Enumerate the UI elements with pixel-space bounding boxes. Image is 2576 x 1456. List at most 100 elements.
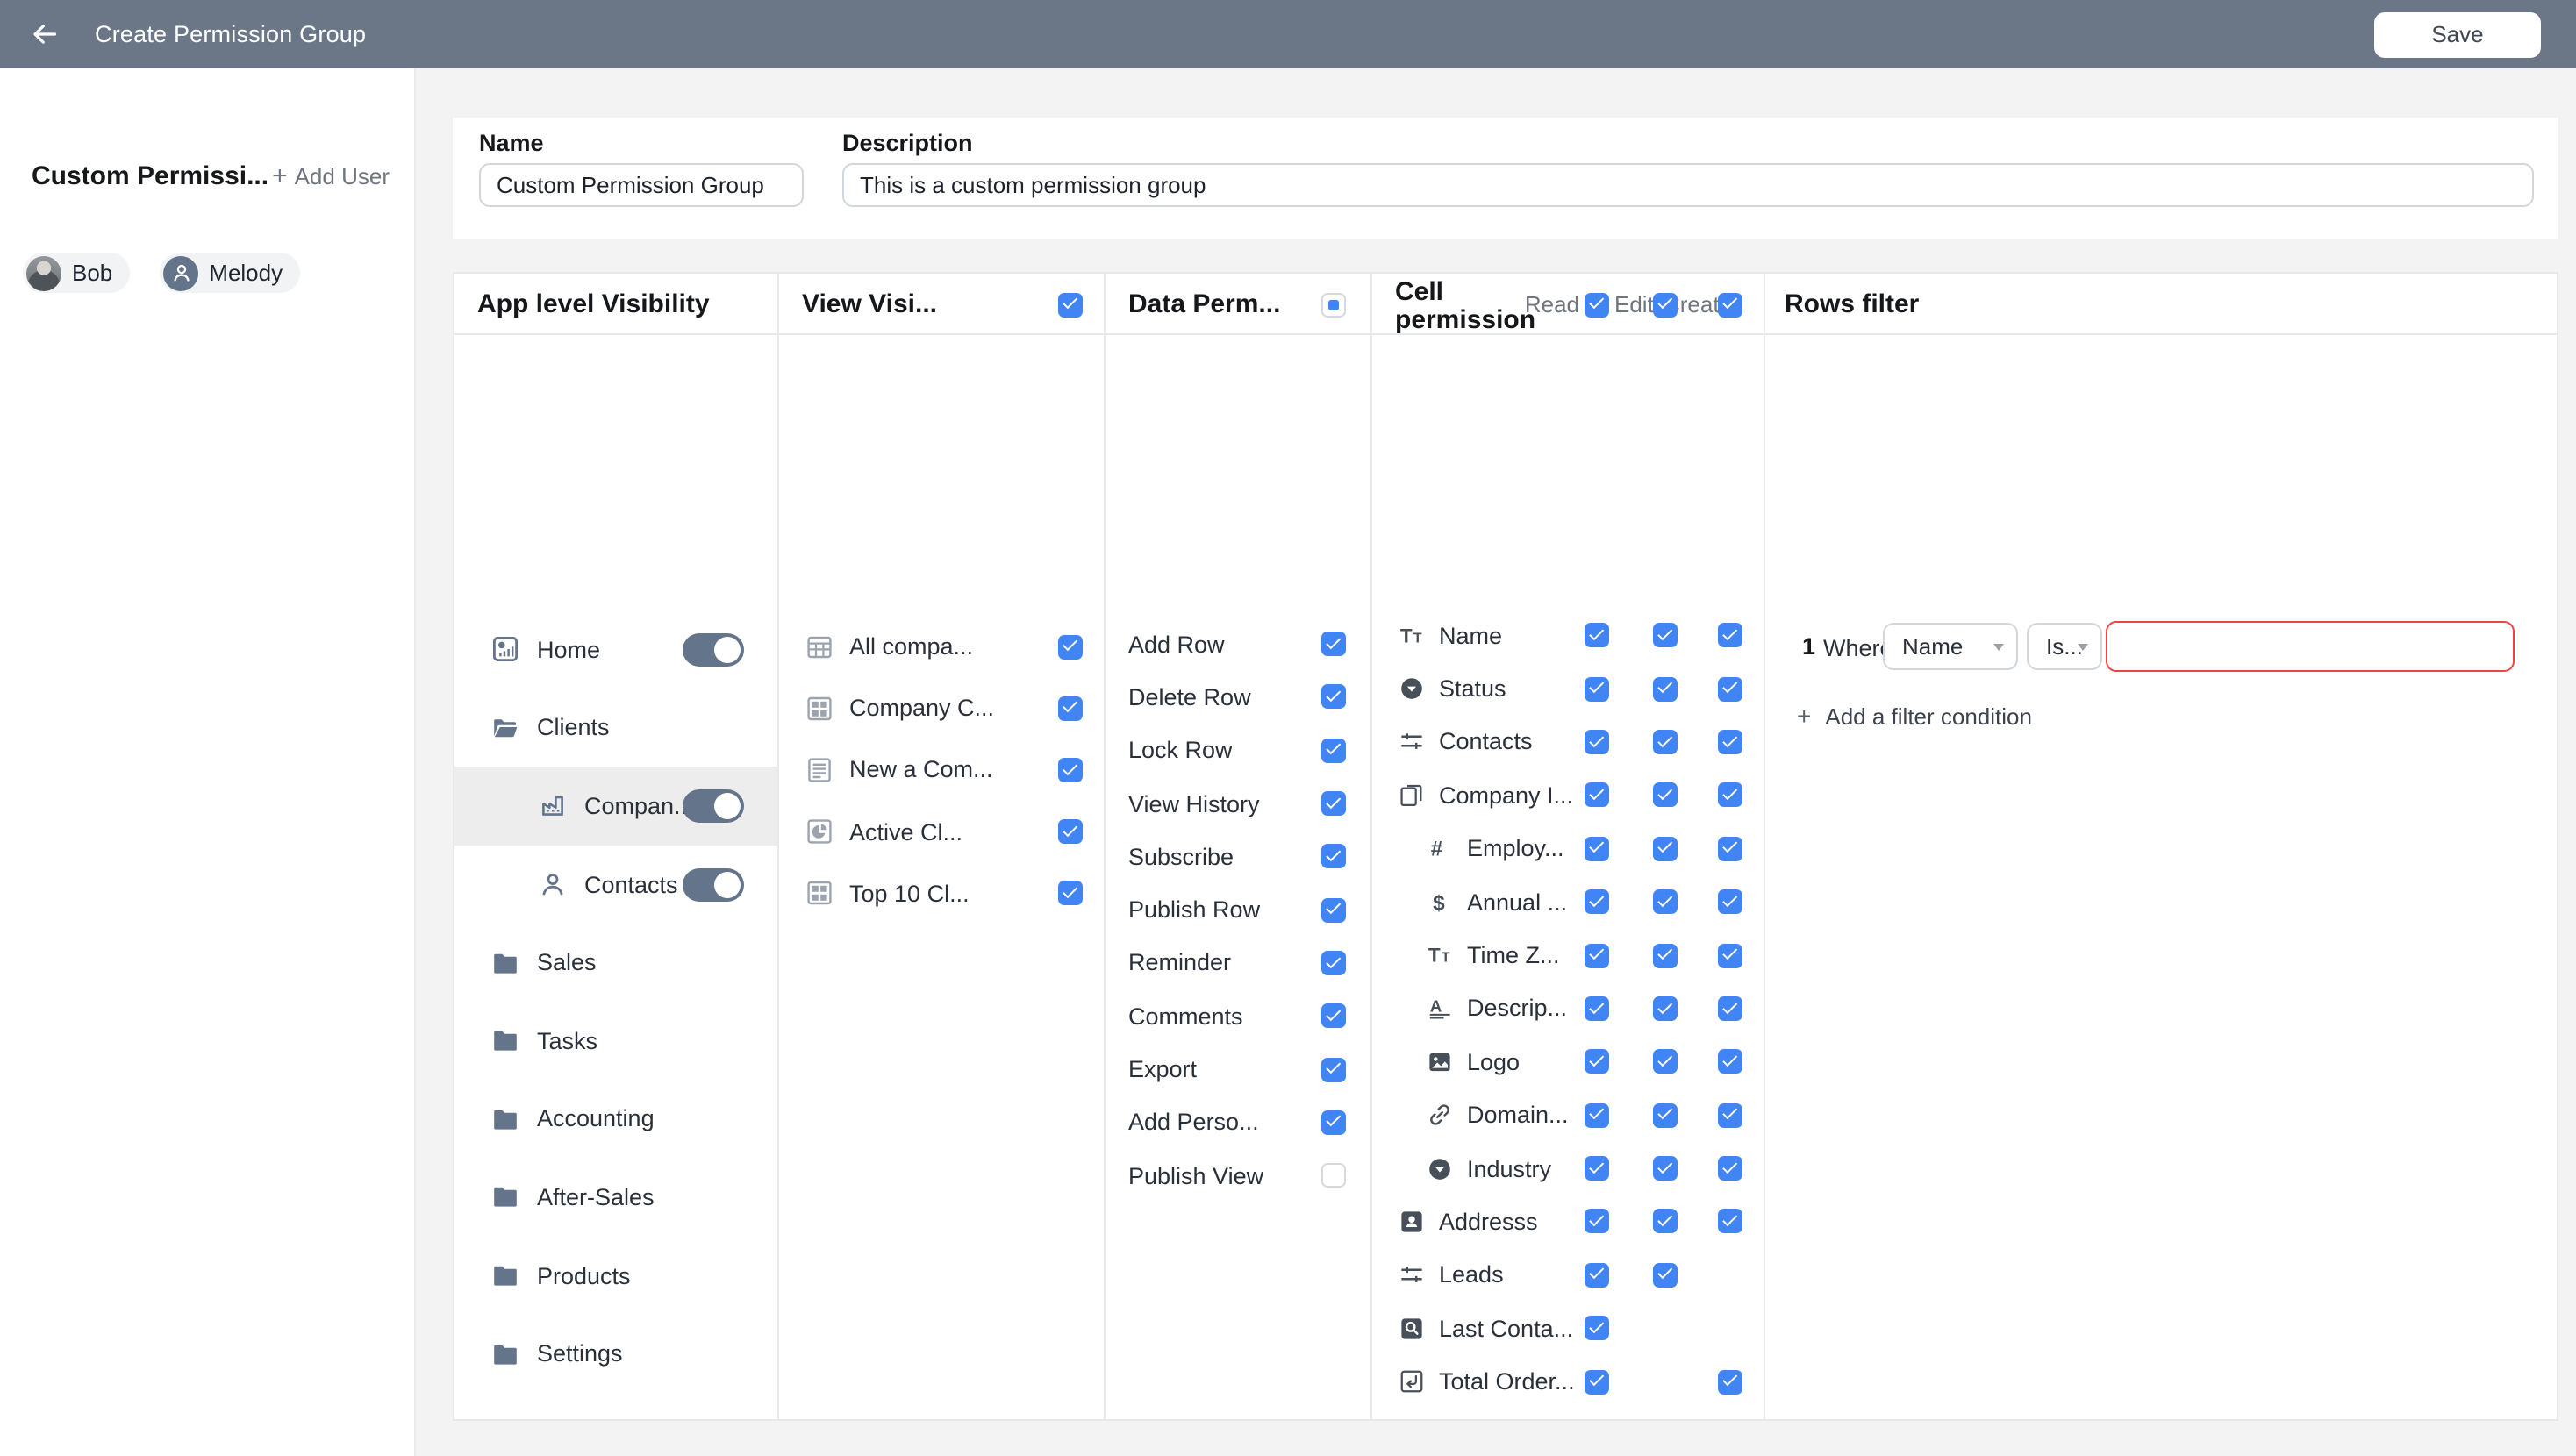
data-permission-checkbox[interactable] [1321, 1003, 1346, 1028]
read-permission-checkbox[interactable] [1585, 1369, 1609, 1394]
read-permission-checkbox[interactable] [1585, 1050, 1609, 1074]
app-item-contacts[interactable]: Contacts [454, 846, 777, 924]
read-permission-checkbox[interactable] [1585, 1103, 1609, 1127]
create-permission-checkbox[interactable] [1718, 1103, 1742, 1127]
data-permission-checkbox[interactable] [1321, 1057, 1346, 1081]
data-permission-checkbox[interactable] [1321, 1163, 1346, 1188]
view-item-label: Company C... [849, 696, 994, 722]
edit-permission-checkbox[interactable] [1653, 996, 1678, 1021]
edit-permission-checkbox[interactable] [1653, 1210, 1678, 1234]
view-item-checkbox[interactable] [1058, 634, 1083, 659]
edit-permission-checkbox[interactable] [1653, 1263, 1678, 1288]
cell-field-company-i: Company I... [1372, 768, 1764, 822]
filter-operator-select[interactable]: Is... [2027, 623, 2102, 670]
cell-field-annual: $Annual ... [1372, 875, 1764, 929]
edit-permission-checkbox[interactable] [1653, 730, 1678, 754]
data-permission-checkbox[interactable] [1321, 845, 1346, 869]
app-item-home[interactable]: Home [454, 610, 777, 689]
read-permission-checkbox[interactable] [1585, 1210, 1609, 1234]
cell-field-label: Annual ... [1467, 889, 1574, 915]
cell-field-label: Total Order... [1439, 1368, 1574, 1395]
app-item-clients[interactable]: Clients [454, 689, 777, 767]
read-permission-checkbox[interactable] [1585, 1317, 1609, 1341]
read-permission-checkbox[interactable] [1585, 1156, 1609, 1181]
edit-permission-checkbox[interactable] [1653, 943, 1678, 967]
add-user-label: Add User [295, 163, 390, 189]
app-item-label: Contacts [584, 871, 678, 897]
view-item-checkbox[interactable] [1058, 881, 1083, 906]
edit-permission-checkbox[interactable] [1653, 783, 1678, 808]
read-permission-checkbox[interactable] [1585, 783, 1609, 808]
edit-permission-checkbox[interactable] [1653, 1050, 1678, 1074]
create-permission-checkbox[interactable] [1718, 676, 1742, 701]
edit-permission-checkbox[interactable] [1653, 1156, 1678, 1181]
create-permission-checkbox[interactable] [1718, 1210, 1742, 1234]
visibility-toggle[interactable] [683, 633, 744, 667]
read-select-all-checkbox[interactable] [1585, 292, 1609, 317]
long-text-icon: A [1425, 995, 1453, 1023]
edit-permission-checkbox[interactable] [1653, 1103, 1678, 1127]
app-item-sales[interactable]: Sales [454, 924, 777, 1002]
cell-field-domain: Domain... [1372, 1088, 1764, 1142]
create-permission-checkbox[interactable] [1718, 783, 1742, 808]
back-button[interactable] [28, 18, 60, 50]
edit-permission-checkbox[interactable] [1653, 889, 1678, 914]
create-permission-checkbox[interactable] [1718, 730, 1742, 754]
data-select-all-checkbox[interactable] [1321, 292, 1346, 317]
app-item-after-sales[interactable]: After-Sales [454, 1158, 777, 1236]
app-item-settings[interactable]: Settings [454, 1315, 777, 1393]
view-item-checkbox[interactable] [1058, 696, 1083, 721]
view-item-checkbox[interactable] [1058, 758, 1083, 782]
svg-text:T: T [1399, 625, 1412, 646]
save-button[interactable]: Save [2374, 11, 2541, 57]
user-chip-melody[interactable]: Melody [160, 253, 300, 293]
create-permission-checkbox[interactable] [1718, 623, 1742, 647]
create-permission-checkbox[interactable] [1718, 889, 1742, 914]
read-permission-checkbox[interactable] [1585, 1263, 1609, 1288]
read-permission-checkbox[interactable] [1585, 623, 1609, 647]
user-chip-bob[interactable]: Bob [23, 253, 130, 293]
cell-field-label: Company I... [1439, 782, 1574, 809]
edit-permission-checkbox[interactable] [1653, 837, 1678, 861]
read-permission-checkbox[interactable] [1585, 889, 1609, 914]
data-permission-checkbox[interactable] [1321, 1110, 1346, 1135]
filter-value-input[interactable] [2106, 621, 2515, 672]
data-permission-checkbox[interactable] [1321, 685, 1346, 710]
description-input[interactable] [842, 162, 2534, 206]
name-label: Name [479, 129, 544, 155]
create-permission-checkbox[interactable] [1718, 1156, 1742, 1181]
create-permission-checkbox[interactable] [1718, 996, 1742, 1021]
app-item-products[interactable]: Products [454, 1237, 777, 1315]
filter-field-select[interactable]: Name [1883, 623, 2018, 670]
create-permission-checkbox[interactable] [1718, 837, 1742, 861]
read-permission-checkbox[interactable] [1585, 730, 1609, 754]
app-item-accounting[interactable]: Accounting [454, 1080, 777, 1158]
visibility-toggle[interactable] [683, 867, 744, 901]
name-input[interactable] [479, 162, 804, 206]
data-permission-checkbox[interactable] [1321, 951, 1346, 975]
data-permission-checkbox[interactable] [1321, 791, 1346, 816]
app-item-tasks[interactable]: Tasks [454, 1002, 777, 1080]
data-permission-checkbox[interactable] [1321, 897, 1346, 922]
app-item-compan[interactable]: Compan... [454, 767, 777, 845]
create-permission-checkbox[interactable] [1718, 1369, 1742, 1394]
add-filter-condition-button[interactable]: + Add a filter condition [1797, 702, 2032, 730]
edit-select-all-checkbox[interactable] [1653, 292, 1678, 317]
create-permission-checkbox[interactable] [1718, 943, 1742, 967]
read-permission-checkbox[interactable] [1585, 996, 1609, 1021]
create-permission-checkbox[interactable] [1718, 1050, 1742, 1074]
view-item-checkbox[interactable] [1058, 819, 1083, 844]
add-user-button[interactable]: + Add User [272, 161, 390, 191]
edit-permission-checkbox[interactable] [1653, 623, 1678, 647]
visibility-toggle[interactable] [683, 789, 744, 823]
read-permission-checkbox[interactable] [1585, 676, 1609, 701]
data-permission-checkbox[interactable] [1321, 738, 1346, 762]
edit-permission-checkbox[interactable] [1653, 676, 1678, 701]
app-column-header: App level Visibility [454, 274, 777, 335]
create-select-all-checkbox[interactable] [1718, 292, 1742, 317]
data-permission-checkbox[interactable] [1321, 632, 1346, 656]
rollup-icon [1397, 1367, 1425, 1395]
read-permission-checkbox[interactable] [1585, 837, 1609, 861]
view-select-all-checkbox[interactable] [1058, 292, 1083, 317]
read-permission-checkbox[interactable] [1585, 943, 1609, 967]
